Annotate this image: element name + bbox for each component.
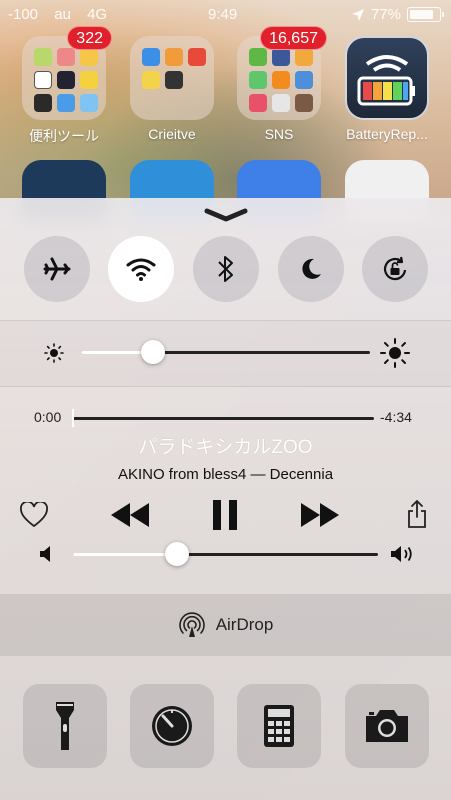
battery-report-glyph <box>357 55 415 106</box>
mini-app-icon <box>165 48 183 66</box>
mini-app-icon <box>295 94 313 112</box>
volume-slider-knob[interactable] <box>164 542 189 566</box>
notification-badge: 322 <box>67 26 112 50</box>
wifi-icon <box>126 258 156 281</box>
network-type: 4G <box>87 6 108 23</box>
app-folder-creative[interactable]: Crieitve <box>130 36 214 142</box>
remaining-time: -4:34 <box>380 409 412 425</box>
elapsed-time: 0:00 <box>34 409 62 425</box>
camera-button[interactable] <box>345 684 429 768</box>
song-title: パラドキシカルZOO <box>138 437 313 458</box>
playback-scrubber[interactable] <box>72 417 374 420</box>
app-folder-sns[interactable]: 16,657 SNS <box>237 26 327 142</box>
volume-low-icon <box>40 546 50 562</box>
brightness-slider[interactable] <box>81 351 370 354</box>
status-left: -100 au 4G <box>8 6 119 23</box>
mini-app-icon <box>34 94 52 112</box>
status-time: 9:49 <box>208 6 238 23</box>
rotation-lock-toggle[interactable] <box>362 236 428 302</box>
brightness-section <box>0 321 451 386</box>
battery-report-icon <box>345 36 429 120</box>
control-center: 0:00 -4:34 パラドキシカルZOO AKINO from bless4 … <box>0 198 451 800</box>
flashlight-button[interactable] <box>23 684 107 768</box>
heart-icon <box>20 502 48 528</box>
folder-tile <box>130 36 214 120</box>
mini-app-icon <box>80 71 98 89</box>
camera-icon <box>366 710 408 742</box>
wifi-toggle[interactable] <box>108 236 174 302</box>
bluetooth-icon <box>218 256 233 282</box>
mini-app-icon <box>34 71 52 89</box>
mini-app-icon <box>142 71 160 89</box>
volume-high-icon <box>391 546 412 562</box>
playback-scrubber-head[interactable] <box>72 409 74 427</box>
mini-app-icon <box>249 48 267 66</box>
flashlight-icon <box>56 702 74 750</box>
do-not-disturb-toggle[interactable] <box>278 236 344 302</box>
pause-icon <box>213 500 237 530</box>
timer-button[interactable] <box>130 684 214 768</box>
mini-app-icon <box>272 94 290 112</box>
app-label: 便利ツール <box>29 128 99 144</box>
app-label: BatteryRep... <box>346 126 428 142</box>
airdrop-label: AirDrop <box>215 615 274 634</box>
battery-fill <box>410 10 434 19</box>
mini-app-icon <box>57 48 75 66</box>
app-battery-report[interactable]: BatteryRep... <box>345 36 429 142</box>
calculator-button[interactable] <box>237 684 321 768</box>
airplane-icon <box>43 257 71 281</box>
notification-badge: 16,657 <box>260 26 327 50</box>
mini-app-icon <box>142 48 160 66</box>
brightness-high-icon <box>380 338 410 368</box>
volume-slider[interactable] <box>73 553 378 556</box>
quick-launch-tools <box>0 684 451 770</box>
carrier-name: au <box>54 6 71 23</box>
location-arrow-icon <box>351 8 364 21</box>
status-right: 77% <box>351 6 444 23</box>
folder-tile: 16,657 <box>237 26 327 120</box>
mini-app-icon <box>80 94 98 112</box>
mini-app-icon <box>249 94 267 112</box>
grabber-chevron-icon[interactable] <box>204 208 248 222</box>
mini-app-icon <box>165 71 183 89</box>
fast-forward-icon <box>301 503 339 527</box>
divider <box>0 386 451 387</box>
brightness-slider-knob[interactable] <box>141 340 166 364</box>
signal-strength: -100 <box>8 6 39 23</box>
mini-app-icon <box>272 71 290 89</box>
brightness-low-icon <box>44 343 64 363</box>
mini-app-icon <box>57 94 75 112</box>
rewind-icon <box>111 503 149 527</box>
mini-app-icon <box>249 71 267 89</box>
share-button[interactable] <box>404 497 430 531</box>
folder-tile: 322 <box>22 26 112 120</box>
app-folder-tools[interactable]: 322 便利ツール <box>22 26 112 146</box>
rotation-lock-icon <box>384 256 407 281</box>
bluetooth-toggle[interactable] <box>193 236 259 302</box>
moon-icon <box>302 258 321 279</box>
app-label: Crieitve <box>148 126 196 142</box>
battery-icon <box>407 7 444 22</box>
calculator-icon <box>264 705 294 747</box>
app-label: SNS <box>264 126 294 142</box>
home-screen-background: -100 au 4G 9:49 77% 322 便利ツール Crieitve 1… <box>0 0 451 220</box>
mini-app-icon <box>295 71 313 89</box>
mini-app-icon <box>57 71 75 89</box>
favorite-button[interactable] <box>18 500 50 530</box>
share-icon <box>408 500 426 528</box>
mini-app-icon <box>34 48 52 66</box>
pause-button[interactable] <box>208 498 242 532</box>
volume-slider-fill <box>73 553 177 556</box>
artist-album: AKINO from bless4 — Decennia <box>117 466 334 483</box>
status-bar: -100 au 4G 9:49 77% <box>0 0 451 30</box>
mini-app-icon <box>188 48 206 66</box>
previous-track-button[interactable] <box>108 498 152 532</box>
airdrop-icon <box>178 612 205 637</box>
next-track-button[interactable] <box>298 498 342 532</box>
quick-toggles <box>0 236 451 320</box>
battery-percent: 77% <box>370 6 401 23</box>
timer-icon <box>152 706 192 746</box>
airplane-mode-toggle[interactable] <box>24 236 90 302</box>
airdrop-button[interactable]: AirDrop <box>0 594 451 656</box>
